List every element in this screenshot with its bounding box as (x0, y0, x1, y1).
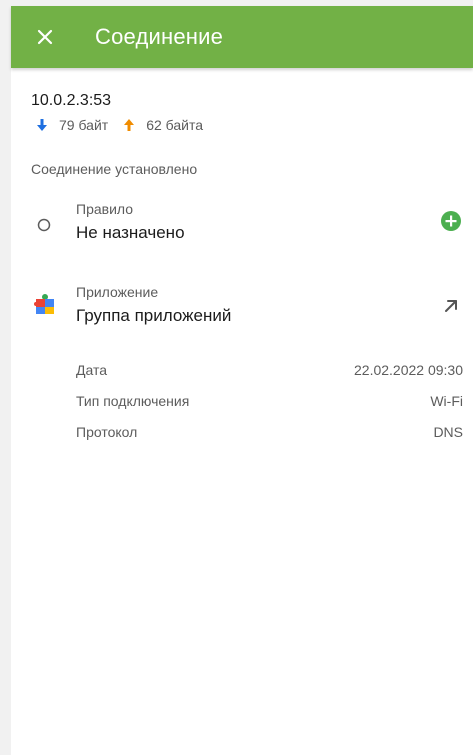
received-bytes: 79 байт (59, 117, 109, 133)
download-arrow-icon (37, 119, 47, 131)
detail-key: Протокол (76, 424, 138, 440)
detail-row-connection-type: Тип подключения Wi-Fi (11, 393, 473, 424)
rule-value: Не назначено (76, 223, 185, 242)
detail-key: Дата (76, 362, 108, 378)
app-value: Группа приложений (76, 306, 232, 325)
close-icon[interactable] (31, 23, 59, 51)
detail-key: Тип подключения (76, 393, 190, 409)
sent-bytes: 62 байта (146, 117, 203, 133)
radio-circle-icon (33, 213, 57, 237)
detail-value: 22.02.2022 09:30 (354, 362, 463, 378)
traffic-summary: 79 байт 62 байта (37, 117, 219, 133)
connection-address: 10.0.2.3:53 (31, 92, 112, 109)
app-row[interactable]: Приложение Группа приложений (11, 284, 473, 340)
details-list: Дата 22.02.2022 09:30 Тип подключения Wi… (11, 362, 473, 455)
detail-row-date: Дата 22.02.2022 09:30 (11, 362, 473, 393)
page-title: Соединение (95, 24, 224, 49)
detail-value: Wi-Fi (430, 393, 463, 409)
left-bezel (0, 0, 11, 755)
app-caption: Приложение (76, 284, 159, 300)
rule-row[interactable]: Правило Не назначено (11, 201, 473, 257)
detail-value: DNS (433, 424, 463, 440)
detail-row-protocol: Протокол DNS (11, 424, 473, 455)
connection-details: 10.0.2.3:53 79 байт 62 байта Соединение … (11, 68, 473, 755)
rule-caption: Правило (76, 201, 134, 217)
connection-status: Соединение установлено (31, 161, 198, 177)
add-circle-icon[interactable] (439, 209, 463, 233)
upload-arrow-icon (124, 119, 135, 131)
screen: Соединение 10.0.2.3:53 79 байт 62 байта … (0, 0, 473, 755)
puzzle-piece-icon (33, 292, 57, 316)
app-bar: Соединение (11, 6, 473, 68)
arrow-up-right-icon[interactable] (439, 294, 463, 318)
